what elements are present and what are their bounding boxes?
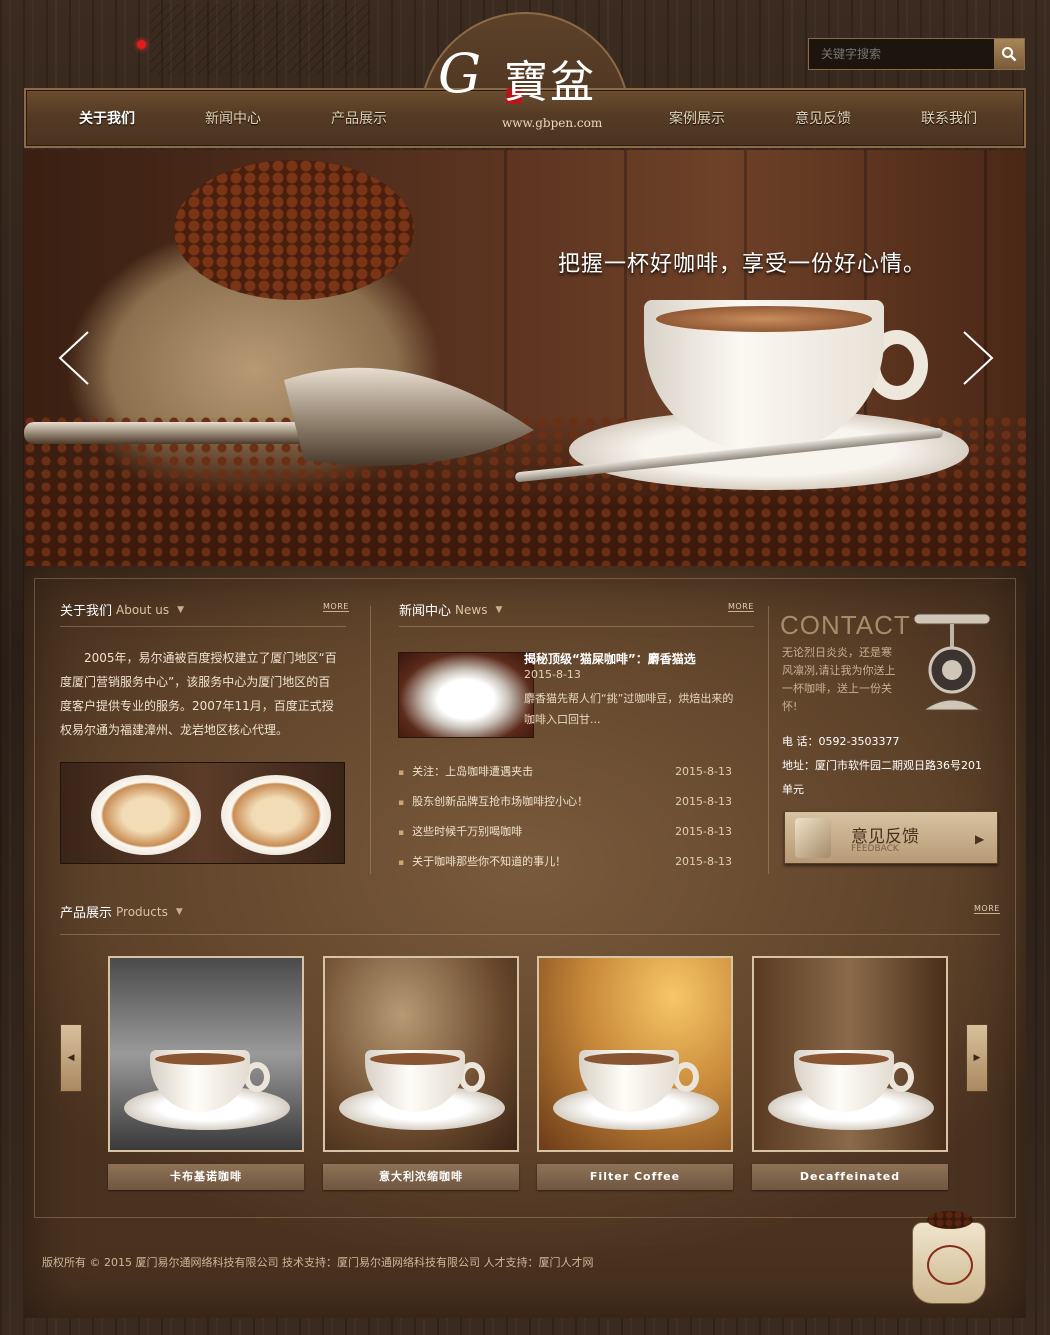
product-card[interactable]: Filter Coffee bbox=[537, 956, 733, 1190]
products-prev-button[interactable]: ◀ bbox=[60, 1024, 82, 1092]
news-featured-thumbnail[interactable] bbox=[398, 652, 534, 738]
contact-text: 无论烈日炎炎，还是寒风凛冽,请让我为你送上一杯咖啡，送上一份关怀! bbox=[782, 646, 896, 713]
list-item[interactable]: 关注：上岛咖啡遭遇夹击2015-8-13 bbox=[398, 756, 732, 786]
nav-item-news[interactable]: 新闻中心 bbox=[205, 108, 261, 128]
list-item[interactable]: 关于咖啡那些你不知道的事儿！2015-8-13 bbox=[398, 846, 732, 876]
product-image[interactable] bbox=[752, 956, 948, 1152]
play-arrow-icon: ▶ bbox=[975, 832, 985, 846]
about-text: 2005年，易尔通被百度授权建立了厦门地区“百度厦门营销服务中心”，该服务中心为… bbox=[60, 651, 337, 737]
red-dot-decoration bbox=[137, 40, 146, 49]
list-item[interactable]: 股东创新品牌互抢市场咖啡控小心！2015-8-13 bbox=[398, 786, 732, 816]
about-more-link[interactable]: MORE bbox=[323, 602, 349, 612]
product-card[interactable]: 意大利浓缩咖啡 bbox=[323, 956, 519, 1190]
nav-item-feedback[interactable]: 意见反馈 bbox=[795, 108, 851, 128]
search-icon bbox=[1002, 47, 1017, 62]
triangle-left-icon: ◀ bbox=[67, 1053, 75, 1063]
product-image[interactable] bbox=[537, 956, 733, 1152]
news-more-link[interactable]: MORE bbox=[728, 602, 754, 612]
product-card[interactable]: Decaffeinated bbox=[752, 956, 948, 1190]
caret-down-icon: ▼ bbox=[175, 906, 183, 917]
news-featured-date: 2015-8-13 bbox=[524, 668, 581, 681]
search-input[interactable] bbox=[809, 39, 994, 69]
products-next-button[interactable]: ▶ bbox=[966, 1024, 988, 1092]
contact-phone: 电 话：0592-3503377 bbox=[782, 735, 900, 748]
products-title-en: Products bbox=[116, 904, 168, 919]
column-divider-2 bbox=[768, 606, 769, 874]
search-box bbox=[808, 38, 1025, 70]
product-image[interactable] bbox=[108, 956, 304, 1152]
banner-next-arrow-icon[interactable] bbox=[958, 328, 998, 388]
footer-copyright: 版权所有 © 2015 厦门易尔通网络科技有限公司 技术支持：厦门易尔通网络科技… bbox=[42, 1256, 594, 1269]
feedback-button-label-en: FEEDBACK bbox=[851, 844, 899, 854]
product-label[interactable]: Decaffeinated bbox=[752, 1164, 948, 1190]
product-label[interactable]: 意大利浓缩咖啡 bbox=[323, 1164, 519, 1190]
news-title: 新闻中心 bbox=[399, 604, 452, 619]
logo-letter: G bbox=[438, 42, 482, 105]
telephone-icon bbox=[913, 613, 991, 711]
latte-art-image bbox=[60, 762, 345, 864]
coffee-scoop-image bbox=[24, 367, 534, 466]
caret-down-icon: ▼ bbox=[177, 604, 185, 615]
news-list: 关注：上岛咖啡遭遇夹击2015-8-13 股东创新品牌互抢市场咖啡控小心！201… bbox=[398, 756, 732, 876]
products-more-link[interactable]: MORE bbox=[974, 904, 1000, 914]
product-label[interactable]: Filter Coffee bbox=[537, 1164, 733, 1190]
content-panel: 关于我们 About us ▼ MORE 2005年，易尔通被百度授权建立了厦门… bbox=[24, 566, 1026, 1318]
news-title-en: News bbox=[455, 602, 488, 617]
product-card[interactable]: 卡布基诺咖啡 bbox=[108, 956, 304, 1190]
products-section-title: 产品展示 Products ▼ bbox=[60, 902, 183, 922]
about-section-title: 关于我们 About us ▼ bbox=[60, 600, 185, 620]
nav-item-products[interactable]: 产品展示 bbox=[331, 108, 387, 128]
product-image[interactable] bbox=[323, 956, 519, 1152]
triangle-right-icon: ▶ bbox=[973, 1053, 981, 1063]
contact-title: CONTACT bbox=[780, 610, 911, 640]
nav-item-contact[interactable]: 联系我们 bbox=[921, 108, 977, 128]
news-section-title: 新闻中心 News ▼ bbox=[399, 600, 503, 620]
header-sketch-decoration bbox=[150, 4, 370, 74]
banner-slogan: 把握一杯好咖啡，享受一份好心情。 bbox=[558, 252, 927, 277]
products-title: 产品展示 bbox=[60, 906, 113, 921]
news-featured-headline[interactable]: 揭秘顶级“猫屎咖啡”：麝香猫选 bbox=[524, 650, 696, 667]
site-logo[interactable]: G 寶盆 www.gbpen.com bbox=[436, 40, 616, 130]
caret-down-icon: ▼ bbox=[495, 604, 503, 615]
nav-item-cases[interactable]: 案例展示 bbox=[669, 108, 725, 128]
about-divider bbox=[60, 626, 346, 627]
contact-address: 地址：厦门市软件园二期观日路36号201 bbox=[782, 759, 982, 772]
logo-url: www.gbpen.com bbox=[502, 116, 603, 130]
news-divider bbox=[399, 626, 754, 627]
about-title: 关于我们 bbox=[60, 604, 113, 619]
coffee-sack-icon bbox=[912, 1211, 986, 1304]
products-divider bbox=[60, 934, 1000, 935]
coffee-sack-image bbox=[174, 160, 414, 300]
search-button[interactable] bbox=[994, 39, 1024, 69]
banner-prev-arrow-icon[interactable] bbox=[54, 328, 94, 388]
hero-banner: 把握一杯好咖啡，享受一份好心情。 bbox=[24, 150, 1026, 566]
list-item[interactable]: 这些时候千万别喝咖啡2015-8-13 bbox=[398, 816, 732, 846]
feedback-button[interactable]: 意见反馈 FEEDBACK ▶ bbox=[784, 811, 998, 864]
product-label[interactable]: 卡布基诺咖啡 bbox=[108, 1164, 304, 1190]
contact-address-cont: 单元 bbox=[782, 783, 804, 796]
column-divider-1 bbox=[370, 606, 371, 874]
logo-name: 寶盆 bbox=[504, 57, 596, 108]
news-featured-summary: 麝香猫先帮人们“挑”过咖啡豆，烘焙出来的咖啡入口回甘... bbox=[524, 692, 734, 726]
about-title-en: About us bbox=[116, 602, 170, 617]
nav-item-about[interactable]: 关于我们 bbox=[79, 108, 135, 128]
scroll-icon bbox=[795, 818, 831, 858]
